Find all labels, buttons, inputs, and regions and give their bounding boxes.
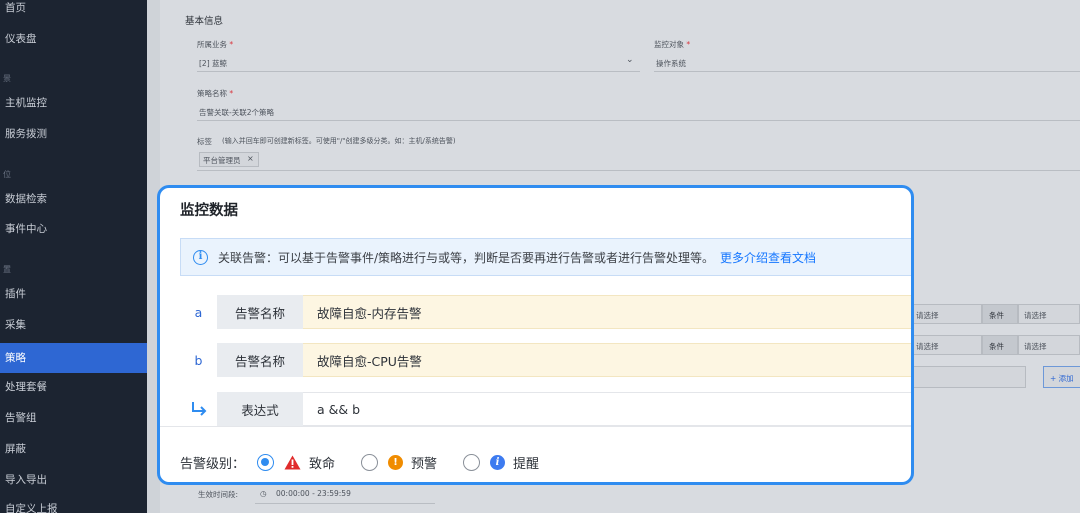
- strategy-name-label: 策略名称 *: [197, 89, 234, 98]
- warning-circle-icon: !: [388, 455, 404, 470]
- sidebar-item-custom-report[interactable]: 自定义上报: [0, 494, 147, 513]
- expression-input[interactable]: a && b: [303, 392, 911, 426]
- condition-select-placeholder: 请选择: [916, 311, 939, 320]
- sidebar-item-data-search[interactable]: 数据检索: [0, 184, 147, 214]
- info-alert: i 关联告警：可以基于告警事件/策略进行与或等，判断是否要再进行告警或者进行告警…: [180, 238, 911, 276]
- sidebar-item-event-center[interactable]: 事件中心: [0, 214, 147, 244]
- business-label: 所属业务 *: [197, 40, 234, 49]
- tag-chip-label: 平台管理员: [203, 156, 241, 165]
- info-circle-icon: i: [490, 455, 506, 470]
- alert-text: 关联告警：可以基于告警事件/策略进行与或等，判断是否要再进行告警或者进行告警处理…: [218, 250, 715, 265]
- business-select[interactable]: [2] 蓝鲸: [199, 58, 227, 69]
- info-icon: i: [193, 249, 208, 265]
- fatal-triangle-icon: [284, 455, 301, 470]
- sidebar: 首页 仪表盘 景 主机监控 服务拨测 位 数据检索 事件中心 置 插件 采集 策…: [0, 0, 147, 513]
- divider: [160, 426, 911, 427]
- condition-row-b: b 告警名称 故障自愈-CPU告警: [180, 343, 911, 377]
- condition-label: 条件: [989, 311, 1004, 320]
- monitor-data-panel: 监控数据 i 关联告警：可以基于告警事件/策略进行与或等，判断是否要再进行告警或…: [157, 185, 914, 485]
- level-label-warning: 预警: [411, 457, 438, 472]
- docs-link[interactable]: 更多介绍查看文档: [720, 249, 816, 266]
- level-label-fatal: 致命: [309, 457, 336, 472]
- target-select[interactable]: 操作系统: [656, 58, 686, 69]
- effective-time-input[interactable]: 00:00:00 - 23:59:59: [276, 489, 351, 498]
- sidebar-item-collect[interactable]: 采集: [0, 310, 147, 340]
- sidebar-item-strategy[interactable]: 策略: [0, 343, 147, 373]
- expression-row: 表达式 a && b: [180, 392, 911, 426]
- alarm-level-label: 告警级别：: [180, 457, 246, 472]
- sidebar-group-label: 景: [3, 74, 11, 83]
- sidebar-item-home[interactable]: 首页: [0, 0, 147, 23]
- sidebar-item-import-export[interactable]: 导入导出: [0, 465, 147, 495]
- condition-value-placeholder: 请选择: [1024, 311, 1047, 320]
- return-arrow-icon: [180, 392, 217, 426]
- target-label: 监控对象 *: [654, 40, 691, 49]
- radio-remind[interactable]: [463, 454, 481, 471]
- divider: [197, 120, 1080, 121]
- condition-value[interactable]: 故障自愈-内存告警: [303, 295, 911, 329]
- sidebar-item-host-monitor[interactable]: 主机监控: [0, 88, 147, 118]
- panel-title: 监控数据: [180, 203, 238, 219]
- add-button-label: + 添加: [1050, 374, 1074, 383]
- condition-key: a: [194, 304, 203, 320]
- divider: [197, 170, 1080, 171]
- sidebar-item-shield[interactable]: 屏蔽: [0, 434, 147, 464]
- sidebar-item-alarm-group[interactable]: 告警组: [0, 403, 147, 433]
- tag-label: 标签: [197, 137, 212, 146]
- tag-hint: (输入并回车即可创建新标签。可使用"/"创建多级分类。如：主机/系统告警): [222, 137, 456, 145]
- radio-fatal[interactable]: [257, 454, 275, 471]
- sidebar-item-action-plan[interactable]: 处理套餐: [0, 372, 147, 402]
- condition-field[interactable]: 告警名称: [217, 343, 303, 377]
- chevron-down-icon: ⌄: [626, 55, 634, 65]
- condition-value[interactable]: 故障自愈-CPU告警: [303, 343, 911, 377]
- sidebar-item-uptime-check[interactable]: 服务拨测: [0, 119, 147, 149]
- radio-warning[interactable]: [361, 454, 379, 471]
- close-icon[interactable]: ×: [247, 154, 254, 163]
- condition-key: b: [194, 352, 203, 368]
- condition-select-placeholder: 请选择: [916, 342, 939, 351]
- section-title: 基本信息: [185, 16, 224, 27]
- divider: [255, 503, 435, 504]
- condition-row-a: a 告警名称 故障自愈-内存告警: [180, 295, 911, 329]
- effective-time-label: 生效时间段:: [198, 490, 239, 499]
- sidebar-item-plugin[interactable]: 插件: [0, 279, 147, 309]
- condition-field[interactable]: 告警名称: [217, 295, 303, 329]
- condition-value-placeholder: 请选择: [1024, 342, 1047, 351]
- sidebar-item-dashboard[interactable]: 仪表盘: [0, 24, 147, 54]
- expression-input-bg[interactable]: [912, 366, 1026, 388]
- clock-icon: ◷: [260, 489, 267, 498]
- alarm-level-group: 告警级别： 致命 ! 预警 i 提醒: [180, 453, 565, 472]
- level-label-remind: 提醒: [513, 457, 540, 472]
- strategy-name-input[interactable]: 告警关联-关联2个策略: [199, 107, 274, 118]
- condition-label: 条件: [989, 342, 1004, 351]
- divider: [197, 71, 640, 72]
- sidebar-group-label: 位: [3, 170, 11, 179]
- sidebar-group-label: 置: [3, 265, 11, 274]
- divider: [654, 71, 1080, 72]
- expression-label: 表达式: [217, 392, 303, 426]
